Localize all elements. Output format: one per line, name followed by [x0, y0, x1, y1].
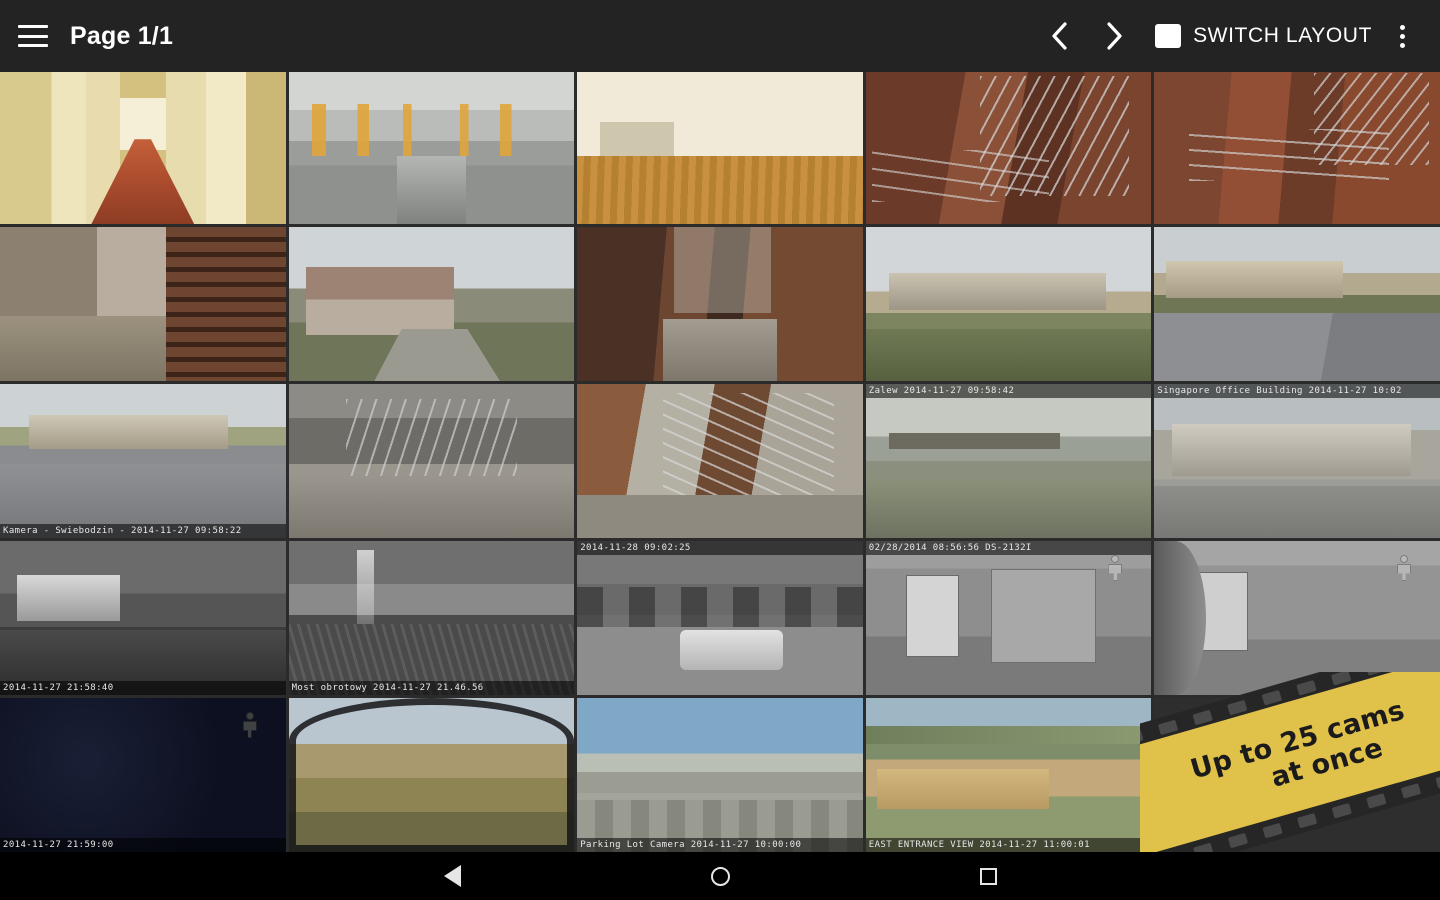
camera-feed-image	[288, 541, 575, 695]
person-detection-icon	[242, 712, 258, 738]
more-vert-icon[interactable]	[1380, 9, 1424, 63]
camera-osd-text: Singapore Office Building 2014-11-27 10:…	[1154, 384, 1440, 398]
camera-feed-image	[577, 227, 863, 381]
person-detection-icon	[1107, 555, 1123, 581]
android-navigation-bar	[0, 852, 1440, 900]
camera-tile[interactable]: Kamera - Swiebodzin - 2014-11-27 09:58:2…	[0, 384, 286, 538]
hamburger-menu-icon[interactable]	[18, 25, 48, 47]
camera-tile[interactable]: 2014-11-28 09:02:25	[577, 541, 863, 695]
home-circle-icon[interactable]	[694, 852, 746, 900]
camera-feed-image	[288, 384, 575, 538]
camera-tile[interactable]	[1154, 70, 1440, 224]
camera-tile[interactable]	[1154, 227, 1440, 381]
camera-tile[interactable]	[288, 70, 575, 224]
camera-feed-image	[1154, 384, 1440, 538]
camera-feed-image	[865, 227, 1152, 381]
camera-tile[interactable]	[577, 227, 863, 381]
switch-layout-button[interactable]: SWITCH LAYOUT	[1155, 24, 1372, 48]
camera-feed-image	[0, 227, 286, 381]
camera-osd-text: Most obrotowy 2014-11-27 21.46.56	[288, 681, 575, 695]
camera-tile[interactable]	[288, 384, 575, 538]
camera-tile[interactable]	[577, 70, 863, 224]
camera-osd-text: Kamera - Swiebodzin - 2014-11-27 09:58:2…	[0, 524, 286, 538]
camera-feed-image	[865, 698, 1152, 852]
camera-feed-image	[1154, 227, 1440, 381]
camera-feed-image	[288, 698, 575, 852]
camera-feed-image	[0, 541, 286, 695]
page-title: Page 1/1	[70, 21, 174, 50]
camera-tile[interactable]: 2014-11-27 21:58:40	[0, 541, 286, 695]
camera-osd-text: Parking Lot Camera 2014-11-27 10:00:00	[577, 838, 863, 852]
camera-tile[interactable]: Singapore Office Building 2014-11-27 10:…	[1154, 384, 1440, 538]
camera-osd-text: 2014-11-28 09:02:25	[577, 541, 863, 555]
switch-layout-label: SWITCH LAYOUT	[1193, 24, 1372, 47]
top-toolbar: Page 1/1 SWITCH LAYOUT	[0, 0, 1440, 72]
next-page-button[interactable]	[1087, 9, 1141, 63]
camera-feed-image	[865, 384, 1152, 538]
camera-tile[interactable]: EAST ENTRANCE VIEW 2014-11-27 11:00:01	[865, 698, 1152, 852]
camera-osd-text: 2014-11-27 21:58:40	[0, 681, 286, 695]
prev-page-button[interactable]	[1033, 9, 1087, 63]
camera-tile[interactable]: 2014-11-27 21:59:00	[0, 698, 286, 852]
camera-feed-image	[288, 70, 575, 224]
camera-osd-text: Zalew 2014-11-27 09:58:42	[865, 384, 1152, 398]
single-layout-icon	[1155, 24, 1182, 48]
person-detection-icon	[1396, 555, 1412, 581]
camera-tile[interactable]	[1154, 541, 1440, 695]
camera-osd-text: 02/28/2014 08:56:56 DS-2132I	[865, 541, 1152, 555]
camera-osd-text: EAST ENTRANCE VIEW 2014-11-27 11:00:01	[865, 838, 1152, 852]
back-triangle-icon[interactable]	[426, 852, 478, 900]
camera-tile[interactable]	[0, 227, 286, 381]
camera-feed-image	[577, 70, 863, 224]
camera-tile[interactable]	[288, 227, 575, 381]
camera-tile[interactable]	[288, 698, 575, 852]
camera-feed-image	[0, 384, 286, 538]
camera-feed-image	[577, 698, 863, 852]
toolbar-right-group: SWITCH LAYOUT	[1033, 9, 1424, 63]
camera-tile[interactable]	[0, 70, 286, 224]
camera-feed-image	[865, 70, 1152, 224]
camera-tile[interactable]	[577, 384, 863, 538]
camera-feed-image	[0, 70, 286, 224]
camera-tile-empty	[1154, 698, 1440, 852]
camera-tile[interactable]	[865, 70, 1152, 224]
app-root: Page 1/1 SWITCH LAYOUT Kamera - Swiebodz…	[0, 0, 1440, 900]
camera-grid: Kamera - Swiebodzin - 2014-11-27 09:58:2…	[0, 70, 1440, 852]
camera-tile[interactable]: Most obrotowy 2014-11-27 21.46.56	[288, 541, 575, 695]
camera-feed-image	[1154, 70, 1440, 224]
camera-tile[interactable]: Zalew 2014-11-27 09:58:42	[865, 384, 1152, 538]
camera-tile[interactable]	[865, 227, 1152, 381]
camera-tile[interactable]: 02/28/2014 08:56:56 DS-2132I	[865, 541, 1152, 695]
camera-tile[interactable]: Parking Lot Camera 2014-11-27 10:00:00	[577, 698, 863, 852]
camera-feed-image	[577, 541, 863, 695]
camera-feed-image	[288, 227, 575, 381]
recents-square-icon[interactable]	[962, 852, 1014, 900]
camera-osd-text: 2014-11-27 21:59:00	[0, 838, 286, 852]
toolbar-left-group: Page 1/1	[18, 22, 173, 51]
camera-feed-image	[577, 384, 863, 538]
